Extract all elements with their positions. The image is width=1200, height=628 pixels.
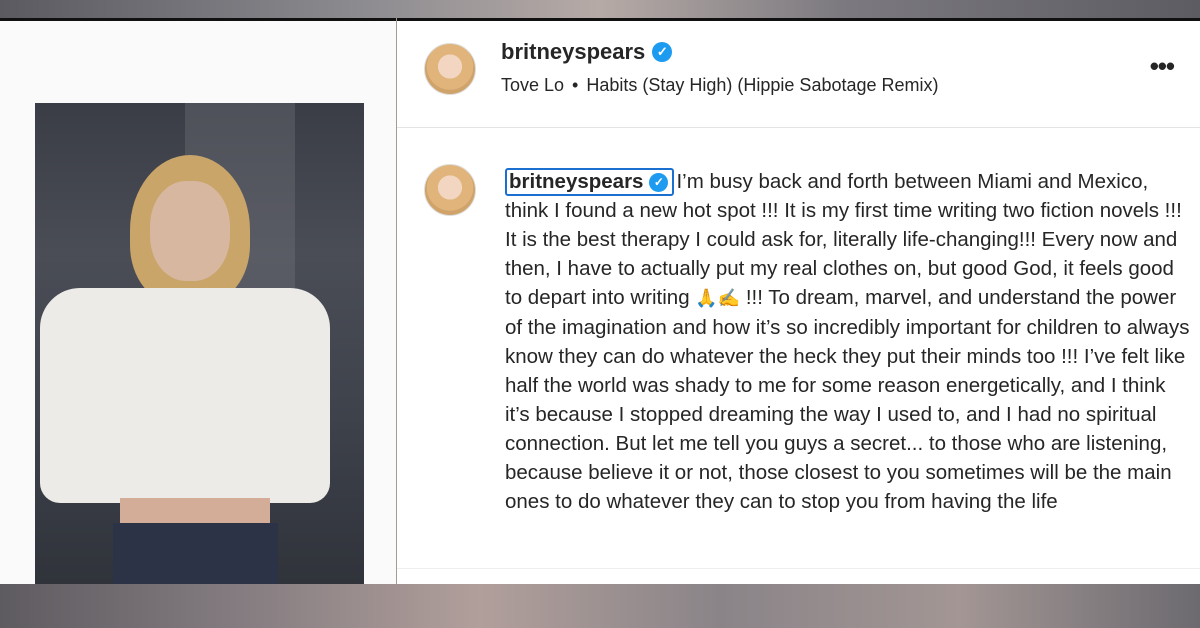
more-options-icon[interactable]: ••• <box>1150 51 1175 82</box>
verified-check-icon: ✓ <box>652 42 673 62</box>
profile-username[interactable]: britneyspears <box>501 39 645 65</box>
image-frame-top <box>0 0 1200 18</box>
video-person-face <box>150 181 230 281</box>
video-person-shirt <box>40 288 330 503</box>
post-panel: britneyspears ✓ Tove Lo • Habits (Stay H… <box>397 18 1200 587</box>
audio-info[interactable]: Tove Lo • Habits (Stay High) (Hippie Sab… <box>501 75 939 96</box>
divider <box>397 568 1200 569</box>
caption-avatar[interactable] <box>424 164 476 216</box>
verified-check-icon: ✓ <box>649 172 669 192</box>
username-row: britneyspears ✓ <box>501 39 673 65</box>
caption-username: britneyspears <box>509 170 644 193</box>
caption-body-part2: !!! To dream, marvel, and understand the… <box>505 286 1190 513</box>
caption-username-link[interactable]: britneyspears ✓ <box>505 168 675 196</box>
caption-emoji: 🙏✍️ <box>695 288 741 308</box>
post-video[interactable] <box>35 103 364 605</box>
image-frame-bottom <box>0 584 1200 628</box>
post-header: britneyspears ✓ Tove Lo • Habits (Stay H… <box>397 21 1200 128</box>
caption-text: britneyspears ✓ I’m busy back and forth be… <box>505 167 1195 516</box>
media-panel <box>0 18 396 605</box>
profile-avatar[interactable] <box>424 43 476 95</box>
video-person-midriff <box>120 498 270 526</box>
audio-artist: Tove Lo <box>501 75 565 95</box>
audio-track: Habits (Stay High) (Hippie Sabotage Remi… <box>586 75 939 95</box>
audio-separator: • <box>572 75 579 95</box>
